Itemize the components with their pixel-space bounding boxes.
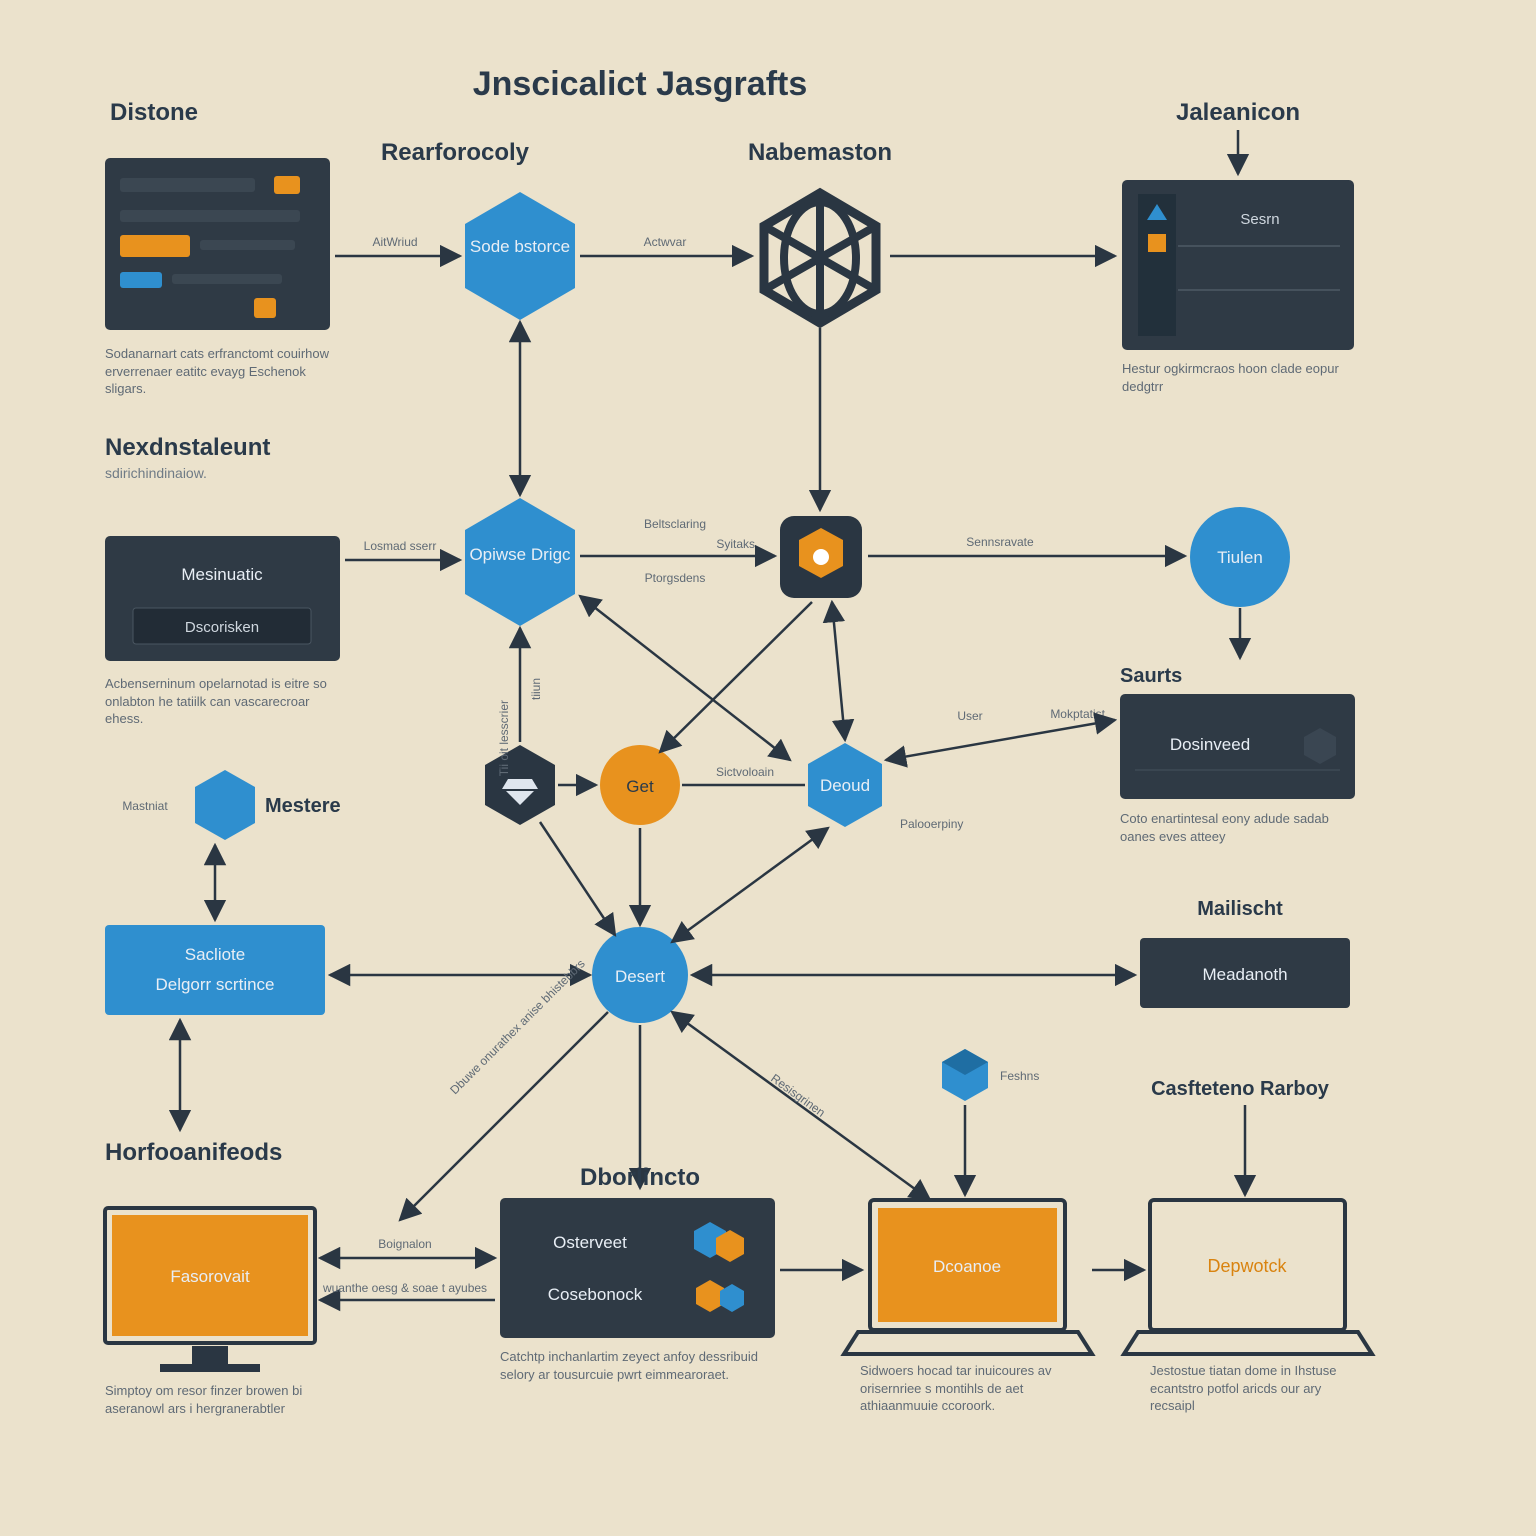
svg-text:Dcoanoe: Dcoanoe — [933, 1257, 1001, 1276]
nexdnstaleunt-heading: Nexdnstaleunt — [105, 434, 270, 461]
fasorovait-monitor: Fasorovait — [105, 1208, 315, 1372]
opiwse-hex: Opiwse Drigc — [465, 498, 575, 626]
svg-text:Delgorr scrtince: Delgorr scrtince — [155, 975, 274, 994]
mesinuatic-card: Mesinuatic Dscorisken — [105, 536, 340, 661]
distone-caption: Sodanarnart cats erfranctomt couirhow er… — [105, 345, 330, 398]
tiulen-label: Tiulen — [1217, 548, 1263, 567]
arrow — [540, 822, 615, 935]
deoud-hex: Deoud — [808, 743, 882, 827]
dosinveed-card: Dosinveed — [1120, 694, 1355, 799]
syitaks-label: Syitaks — [716, 537, 755, 551]
mailischt-heading: Mailischt — [1197, 898, 1283, 920]
depwork-caption: Jestostue tiatan dome in Ihstuse ecantst… — [1150, 1362, 1350, 1415]
jaleanicon-panel: Sesrn — [1122, 180, 1354, 350]
aitwriud-label: AitWriud — [372, 235, 417, 249]
sesrn-label: Sesrn — [1240, 211, 1279, 228]
svg-text:Depwotck: Depwotck — [1207, 1256, 1287, 1276]
palooerpiny-label: Palooerpiny — [900, 817, 963, 831]
tiioit-label: Tii oit lesscrier — [497, 700, 511, 776]
svg-text:Fasorovait: Fasorovait — [170, 1267, 250, 1286]
mastnic-label: Mastniat — [122, 799, 168, 813]
svg-text:Opiwse Drigc: Opiwse Drigc — [469, 545, 571, 564]
mestere-hex — [195, 770, 255, 840]
get-label: Get — [626, 777, 654, 796]
wuanthe-label: wuanthe oesg & soae t ayubes — [322, 1281, 487, 1295]
diagram-title: Jnscicalict Jasgrafts — [473, 65, 808, 103]
jaleanicon-caption: Hestur ogkirmcraos hoon clade eopur dedg… — [1122, 360, 1354, 395]
tiun-label: tiiun — [529, 678, 543, 700]
meadanoth-label: Meadanoth — [1202, 965, 1287, 984]
jaleanicon-heading: Jaleanicon — [1176, 99, 1300, 126]
nabemaston-heading: Nabemaston — [748, 139, 892, 166]
dbuwe-label: Dbuwe onurathex anise bhistebbrs — [447, 957, 588, 1098]
sensravate-label: Sennsravate — [966, 535, 1034, 549]
osterveet-card: Osterveet Cosebonock — [500, 1198, 775, 1338]
feshns-label: Feshns — [1000, 1069, 1039, 1083]
svg-text:Sacliote: Sacliote — [185, 945, 245, 964]
distone-panel — [105, 158, 330, 330]
svg-text:Dosinveed: Dosinveed — [1170, 735, 1250, 754]
boignalon-label: Boignalon — [378, 1237, 431, 1251]
dcoanoe-caption: Sidwoers hocad tar inuicoures av orisern… — [860, 1362, 1085, 1415]
sode-hex: Sode bstorce — [465, 192, 575, 320]
svg-text:Mesinuatic: Mesinuatic — [181, 565, 263, 584]
arrow — [886, 720, 1115, 760]
svg-text:Dscorisken: Dscorisken — [185, 619, 259, 636]
arrow — [832, 602, 845, 740]
mokptatist-label: Mokptatist — [1050, 707, 1105, 721]
feshns-hex — [942, 1049, 988, 1101]
cage-icon — [764, 193, 876, 323]
casttenok-heading: Casfteteno Rarboy — [1151, 1078, 1330, 1100]
navy-hex — [485, 745, 555, 825]
svg-text:Osterveet: Osterveet — [553, 1233, 627, 1252]
syitaks-node — [780, 516, 862, 598]
mesinuatic-caption: Acbenserninum opelarnotad is eitre so on… — [105, 675, 340, 728]
horfooanifeods-heading: Horfooanifeods — [105, 1139, 282, 1166]
arrow — [580, 596, 790, 760]
horfooanifeods-caption: Simptoy om resor finzer browen bi aseran… — [105, 1382, 320, 1417]
svg-text:Cosebonock: Cosebonock — [548, 1285, 643, 1304]
dborlincto-caption: Catchtp inchanlartim zeyect anfoy dessri… — [500, 1348, 775, 1383]
dborlincto-heading: Dborlincto — [580, 1164, 700, 1191]
desert-label: Desert — [615, 967, 665, 986]
saurts-heading: Saurts — [1120, 665, 1182, 687]
distone-heading: Distone — [110, 99, 198, 126]
resergn-label: Resisgrinen — [768, 1071, 828, 1120]
sacliote-box: Sacliote Delgorr scrtince — [105, 925, 325, 1015]
depwork-laptop: Depwotck — [1124, 1200, 1372, 1354]
acwvar-label: Actwvar — [644, 235, 687, 249]
ptorgsdens-label: Ptorgsdens — [645, 571, 706, 585]
mestere-label: Mestere — [265, 795, 341, 817]
svg-text:Deoud: Deoud — [820, 776, 870, 795]
saurts-caption: Coto enartintesal eony adude sadab oanes… — [1120, 810, 1355, 845]
user-label: User — [957, 709, 982, 723]
beltsclaring-label: Beltsclaring — [644, 517, 706, 531]
nexdnstaleunt-sub: sdirichindinaiow. — [105, 465, 207, 481]
losmad-label: Losmad sserr — [364, 539, 437, 553]
dcoanoe-laptop: Dcoanoe — [844, 1200, 1092, 1354]
arrow — [672, 828, 828, 942]
rearforocoly-heading: Rearforocoly — [381, 139, 530, 166]
svg-text:Sode bstorce: Sode bstorce — [470, 237, 570, 256]
sictvoloain-label: Sictvoloain — [716, 765, 774, 779]
